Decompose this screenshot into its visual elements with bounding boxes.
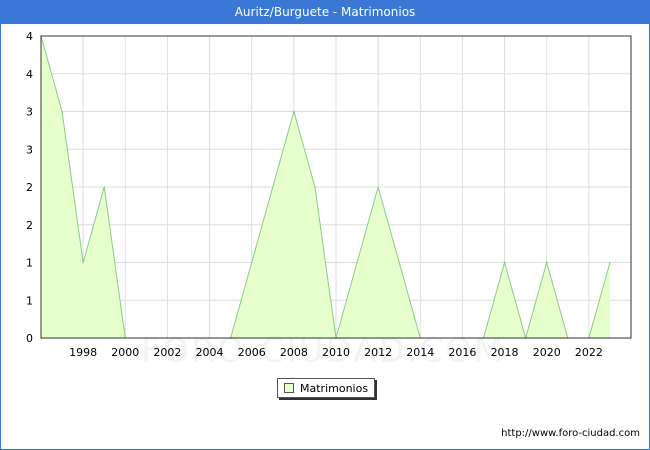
data-point — [398, 261, 401, 264]
data-point — [61, 110, 63, 113]
legend-swatch — [284, 383, 294, 393]
x-tick-label: 1998 — [69, 346, 97, 359]
legend-label: Matrimonios — [300, 381, 369, 395]
y-tick-label: 4 — [26, 68, 33, 81]
y-tick-label: 2 — [26, 181, 33, 194]
data-point — [503, 261, 506, 264]
watermark: FORO-CIUDAD.COM — [141, 331, 505, 371]
y-tick-label: 1 — [26, 294, 33, 307]
data-point — [356, 261, 358, 264]
y-tick-label: 3 — [26, 143, 33, 156]
x-tick-label: 2020 — [533, 346, 561, 359]
y-tick-label: 4 — [26, 30, 33, 43]
data-point — [293, 110, 295, 113]
y-tick-label: 1 — [26, 257, 33, 270]
y-tick-label: 0 — [26, 332, 33, 345]
data-point — [82, 261, 84, 264]
data-point — [314, 186, 316, 188]
x-tick-label: 2000 — [111, 346, 139, 359]
data-point — [377, 186, 379, 188]
data-point — [271, 186, 274, 188]
x-tick-label: 2022 — [575, 346, 603, 359]
data-point — [250, 261, 253, 264]
y-tick-label: 3 — [26, 106, 33, 119]
y-tick-label: 2 — [26, 219, 33, 232]
data-point — [609, 261, 611, 264]
legend: Matrimonios — [277, 378, 375, 398]
source-link[interactable]: http://www.foro-ciudad.com — [501, 428, 640, 439]
data-point — [103, 186, 106, 188]
data-point — [545, 261, 548, 264]
chart-frame: Auritz/Burguete - Matrimonios 0112233441… — [0, 0, 650, 450]
